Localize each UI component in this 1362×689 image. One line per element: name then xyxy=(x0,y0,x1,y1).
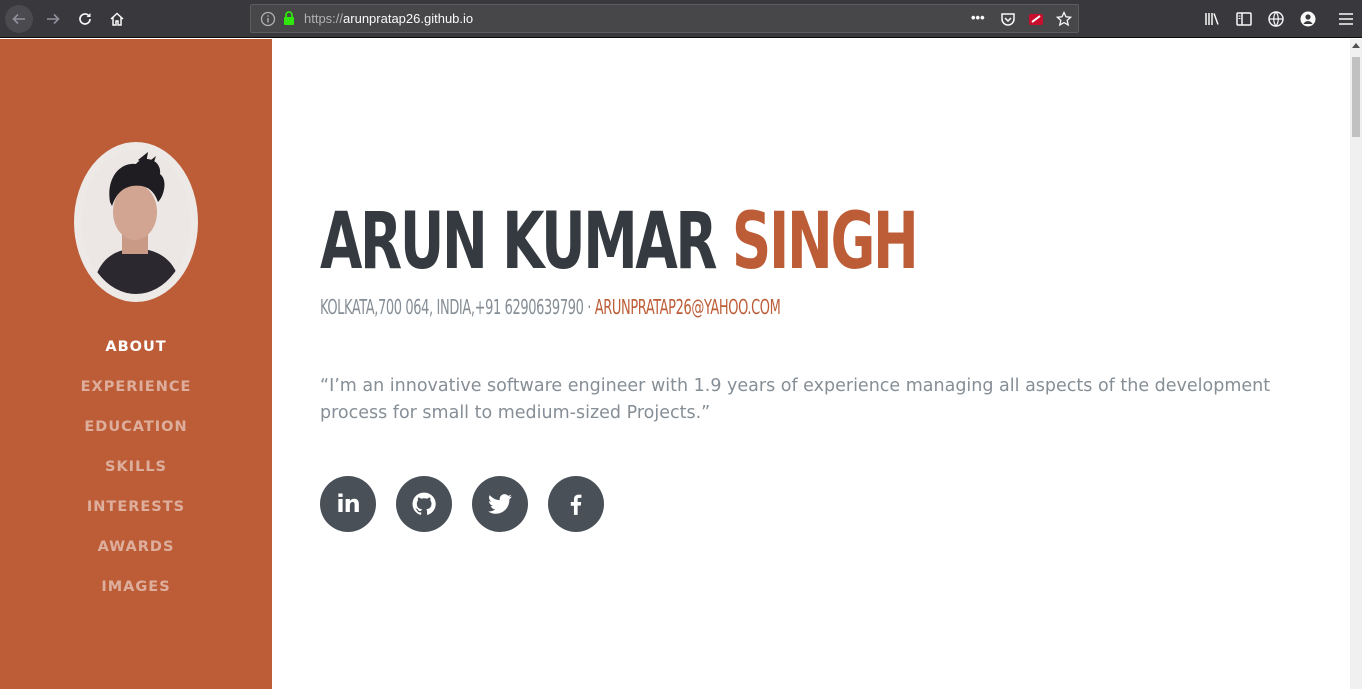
url-text[interactable]: https://arunpratap26.github.io xyxy=(304,11,473,26)
summary-quote: “I’m an innovative software engineer wit… xyxy=(320,376,1271,423)
account-icon[interactable] xyxy=(1299,10,1317,28)
nav-item-awards[interactable]: Awards xyxy=(0,527,272,567)
scroll-up-arrow[interactable] xyxy=(1352,43,1360,48)
scroll-thumb[interactable] xyxy=(1352,57,1360,137)
profile-photo xyxy=(74,142,198,302)
url-scheme: https:// xyxy=(304,11,344,26)
facebook-icon xyxy=(570,494,582,515)
nav-item-images[interactable]: Images xyxy=(0,567,272,607)
sidebar: About Experience Education Skills Intere… xyxy=(0,39,272,689)
github-button[interactable] xyxy=(396,476,452,532)
sidebar-toggle-icon[interactable] xyxy=(1235,10,1253,28)
forward-button[interactable] xyxy=(39,5,67,33)
twitter-button[interactable] xyxy=(472,476,528,532)
nav-item-education[interactable]: Education xyxy=(0,407,272,447)
browser-toolbar: https://arunpratap26.github.io ••• xyxy=(0,0,1362,38)
profile-photo-image xyxy=(82,150,190,294)
extension-icon[interactable] xyxy=(1028,11,1044,27)
reload-icon xyxy=(79,13,91,25)
lock-icon[interactable] xyxy=(281,10,297,26)
first-name: Arun Kumar xyxy=(320,197,718,287)
about-section: Arun Kumar Singh Kolkata,700 064, India,… xyxy=(320,39,1320,689)
linkedin-icon: in xyxy=(336,490,360,518)
github-icon xyxy=(412,492,436,515)
bookmark-star-icon[interactable] xyxy=(1056,11,1072,27)
social-icons: in xyxy=(320,476,624,532)
address-text: Kolkata,700 064, India,+91 6290639790 · xyxy=(320,295,591,319)
page-scrollbar[interactable] xyxy=(1350,39,1362,689)
reload-button[interactable] xyxy=(71,5,99,33)
sidebar-nav: About Experience Education Skills Intere… xyxy=(0,327,272,607)
home-icon xyxy=(110,12,124,26)
nav-item-experience[interactable]: Experience xyxy=(0,367,272,407)
pocket-icon[interactable] xyxy=(1000,11,1016,27)
info-icon[interactable] xyxy=(260,11,276,27)
email-link[interactable]: arunpratap26@yahoo.com xyxy=(595,295,781,319)
nav-item-about[interactable]: About xyxy=(0,327,272,367)
contact-subheading: Kolkata,700 064, India,+91 6290639790 · … xyxy=(320,295,781,319)
twitter-icon xyxy=(488,494,512,514)
nav-item-interests[interactable]: Interests xyxy=(0,487,272,527)
back-button[interactable] xyxy=(5,5,33,33)
page-actions-button[interactable]: ••• xyxy=(971,11,987,27)
hamburger-menu-icon[interactable] xyxy=(1337,10,1355,28)
last-name: Singh xyxy=(731,197,919,287)
globe-icon[interactable] xyxy=(1267,10,1285,28)
facebook-button[interactable] xyxy=(548,476,604,532)
home-button[interactable] xyxy=(103,5,131,33)
url-host: arunpratap26.github.io xyxy=(343,11,474,26)
arrow-left-icon xyxy=(12,13,25,25)
page-content: About Experience Education Skills Intere… xyxy=(0,39,1350,689)
linkedin-button[interactable]: in xyxy=(320,476,376,532)
arrow-right-icon xyxy=(47,13,60,25)
url-bar[interactable]: https://arunpratap26.github.io ••• xyxy=(250,4,1079,33)
full-name-heading: Arun Kumar Singh xyxy=(320,203,919,281)
nav-item-skills[interactable]: Skills xyxy=(0,447,272,487)
library-icon[interactable] xyxy=(1203,10,1221,28)
